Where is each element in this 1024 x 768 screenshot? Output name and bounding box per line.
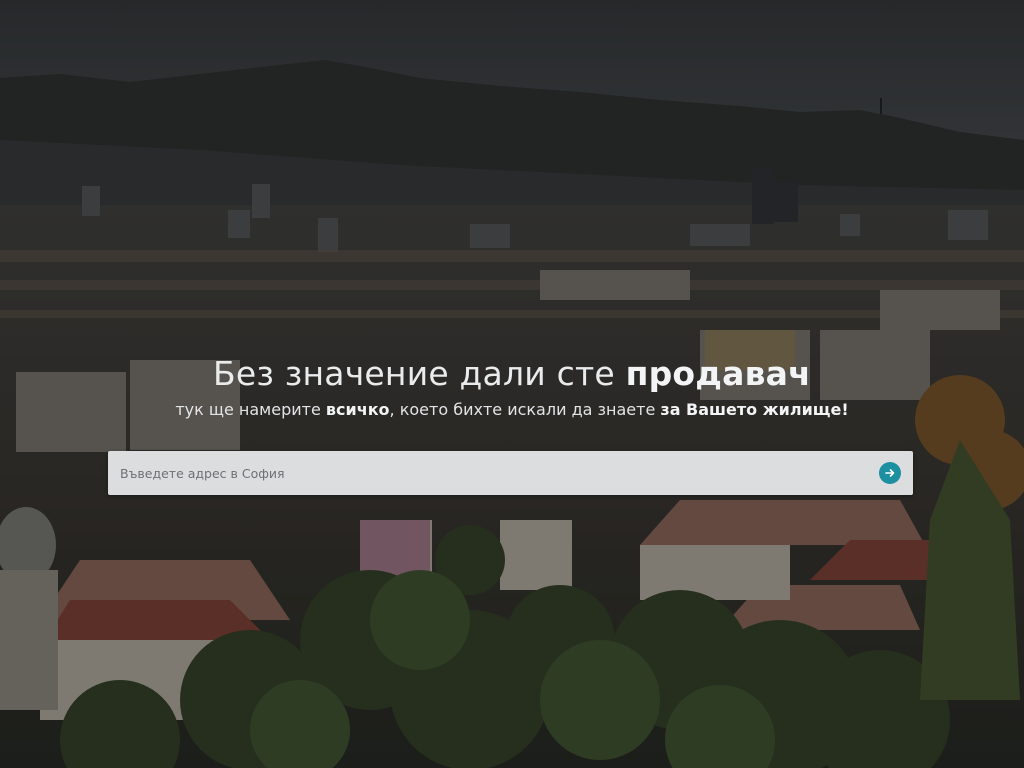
- search-submit-button[interactable]: [879, 462, 901, 484]
- hero-content: Без значение дали сте продавач тук ще на…: [0, 0, 1024, 768]
- headline-text: Без значение дали сте: [213, 354, 626, 393]
- arrow-right-icon: [885, 469, 895, 477]
- hero-section: Без значение дали сте продавач тук ще на…: [0, 0, 1024, 768]
- address-search-input[interactable]: [108, 451, 868, 495]
- subline-emphasis-1: всичко: [325, 400, 390, 419]
- headline-emphasis: продавач: [625, 354, 811, 393]
- subline-emphasis-2: за Вашето жилище!: [660, 400, 849, 419]
- hero-subheadline: тук ще намерите всичко, което бихте иска…: [0, 399, 1024, 421]
- subline-text-2: , което бихте искали да знаете: [389, 400, 661, 419]
- address-search-bar: [108, 451, 913, 495]
- subline-text-1: тук ще намерите: [175, 400, 326, 419]
- hero-headline: Без значение дали сте продавач: [0, 352, 1024, 396]
